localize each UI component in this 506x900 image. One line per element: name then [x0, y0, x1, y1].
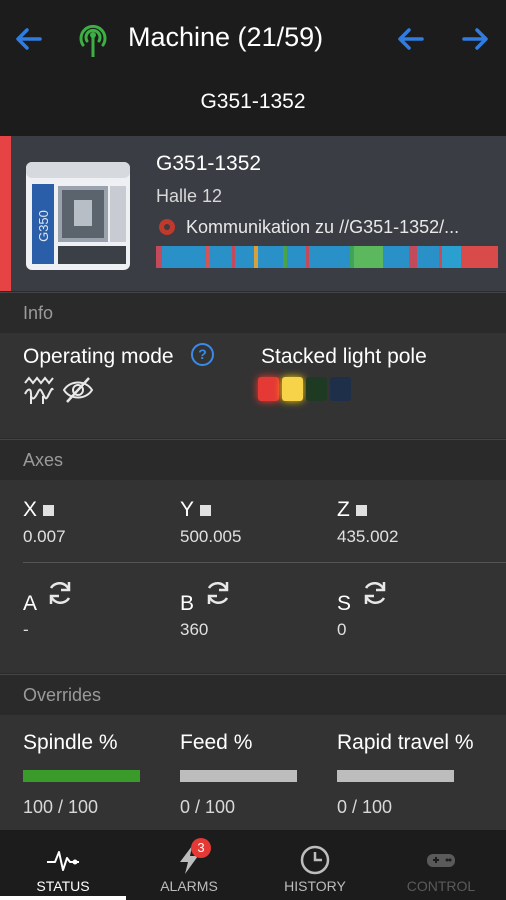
timeline-segment [235, 246, 254, 268]
next-arrow-icon[interactable] [458, 22, 492, 56]
timeline-segment [442, 246, 461, 268]
light-pole-label: Stacked light pole [261, 345, 427, 368]
axis-x-value: 0.007 [23, 527, 66, 546]
timeline-segment [209, 246, 232, 268]
signal-tower-icon [79, 24, 107, 57]
timeline-segment [287, 246, 306, 268]
override-rapid-value: 0 / 100 [337, 797, 393, 817]
tab-control: CONTROL [378, 830, 504, 900]
tab-label: CONTROL [406, 878, 476, 894]
timeline-segment [416, 246, 439, 268]
tab-label: ALARMS [160, 878, 218, 894]
override-rapid-bar [337, 770, 454, 782]
pulse-icon [47, 851, 79, 871]
override-feed-value: 0 / 100 [180, 797, 236, 817]
axis-y-label: Y [180, 498, 212, 522]
override-spindle-value: 100 / 100 [23, 797, 99, 817]
axis-s-label: S [337, 592, 352, 615]
divider [23, 562, 506, 563]
axis-x-label: X [23, 498, 55, 522]
timeline-segment [161, 246, 206, 268]
back-arrow-icon[interactable] [12, 22, 46, 56]
override-bar-fill [23, 770, 140, 782]
status-accent-bar [0, 136, 11, 291]
tab-alarms[interactable]: 3 ALARMS [126, 830, 252, 900]
alarm-count-badge: 3 [191, 838, 211, 858]
overrides-section: Spindle % 100 / 100 Feed % 0 / 100 Rapid… [0, 715, 506, 830]
section-label: Info [23, 303, 54, 323]
timeline-segment [460, 246, 498, 268]
page-title: Machine (21/59) [128, 22, 324, 52]
sync-icon [364, 581, 386, 605]
machine-image: G350 [26, 162, 130, 270]
timeline-segment [257, 246, 284, 268]
machine-location: Halle 12 [156, 186, 223, 206]
axis-z-label: Z [337, 498, 367, 522]
status-timeline [156, 246, 498, 268]
gamepad-icon [427, 854, 455, 867]
sync-icon [207, 581, 229, 605]
timeline-segment [383, 246, 410, 268]
timeline-segment [409, 246, 417, 268]
axis-z-value: 435.002 [337, 527, 399, 546]
stacked-light-pole [258, 377, 351, 401]
eye-off-icon [62, 377, 94, 403]
section-label: Axes [23, 450, 64, 470]
waveform-icon [24, 376, 54, 404]
tab-label: STATUS [36, 878, 90, 894]
machine-card[interactable]: G350 G351-1352 Halle 12 Kommunikation zu… [0, 136, 506, 291]
axes-section: X 0.007 Y 500.005 Z 435.002 A - B 360 S … [0, 480, 506, 673]
operating-mode-label: Operating mode [23, 345, 174, 368]
tab-history[interactable]: HISTORY [252, 830, 378, 900]
light-blue [330, 377, 351, 401]
override-rapid-label: Rapid travel % [337, 731, 474, 754]
overrides-section-header: Overrides [0, 674, 506, 715]
axis-a-value: - [23, 620, 29, 639]
override-feed-bar [180, 770, 297, 782]
tab-status[interactable]: STATUS [0, 830, 126, 900]
help-icon[interactable]: ? [191, 343, 214, 366]
machine-message: Kommunikation zu //G351-1352/... [186, 217, 460, 237]
light-red [258, 377, 279, 401]
light-yellow [282, 377, 303, 401]
svg-text:G350: G350 [36, 210, 51, 242]
override-feed-label: Feed % [180, 731, 253, 754]
machine-id-heading: G351-1352 [200, 90, 306, 113]
axis-a-label: A [23, 592, 38, 615]
sync-icon [49, 581, 71, 605]
prev-arrow-icon[interactable] [394, 22, 428, 56]
info-section: Operating mode ? Stacked light pole [0, 333, 506, 438]
light-green [306, 377, 327, 401]
override-spindle-label: Spindle % [23, 731, 118, 754]
active-tab-indicator [0, 896, 126, 900]
axis-b-value: 360 [180, 620, 209, 639]
override-spindle-bar [23, 770, 140, 782]
error-icon [159, 219, 175, 235]
axis-b-label: B [180, 592, 195, 615]
timeline-segment [353, 246, 384, 268]
axis-s-value: 0 [337, 620, 347, 639]
axis-y-value: 500.005 [180, 527, 242, 546]
clock-icon [300, 845, 330, 875]
machine-name: G351-1352 [156, 152, 262, 175]
timeline-segment [309, 246, 350, 268]
tab-label: HISTORY [284, 878, 346, 894]
section-label: Overrides [23, 685, 102, 705]
bottom-nav: STATUS 3 ALARMS HISTORY CONTROL [0, 830, 506, 900]
info-section-header: Info [0, 292, 506, 333]
axes-section-header: Axes [0, 439, 506, 480]
